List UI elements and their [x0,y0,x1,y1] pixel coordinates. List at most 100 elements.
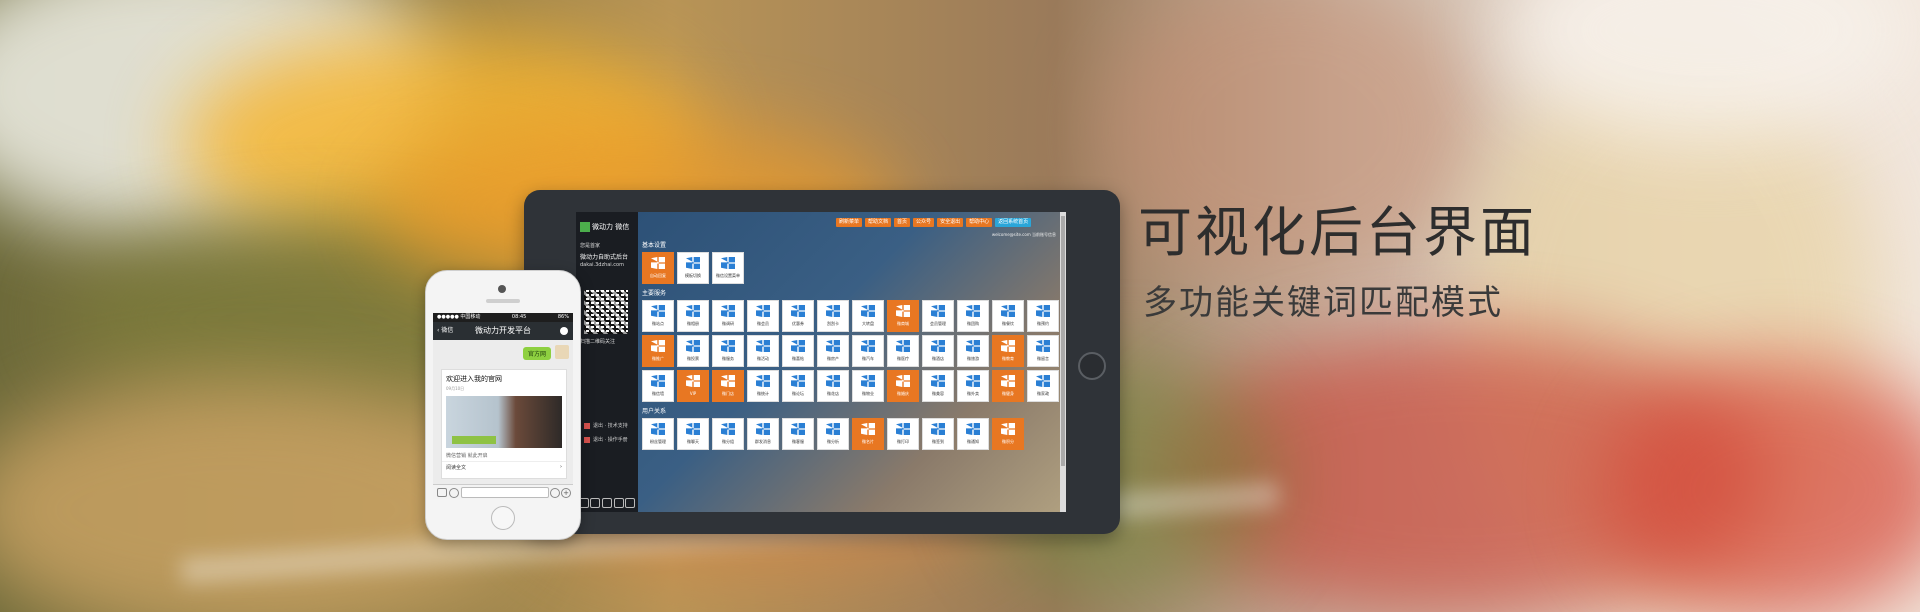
settings-icon[interactable] [613,498,624,508]
feature-tile[interactable]: 微健身 [992,370,1024,402]
feature-tile[interactable]: 微客服 [782,418,814,450]
feature-tile[interactable]: 微外卖 [957,370,989,402]
feature-tile[interactable]: 微打印 [887,418,919,450]
sidebar-link-label: 退出 · 技术支持 [593,423,628,429]
tile-label: 微推广 [652,356,664,361]
feature-tile[interactable]: 微预约 [1027,300,1059,332]
topbar-return-button[interactable]: 返回系统首页 [995,218,1032,227]
feature-tile[interactable]: 会员管理 [922,300,954,332]
phone-camera [498,285,506,293]
feature-tile[interactable]: 微相册 [677,300,709,332]
windows-icon [721,305,735,317]
feature-tile[interactable]: 微房产 [817,335,849,367]
feature-tile[interactable]: 优惠券 [782,300,814,332]
plus-icon[interactable]: + [561,488,571,498]
feature-tile[interactable]: 微统计 [747,370,779,402]
contact-icon[interactable] [560,327,568,335]
feature-tile[interactable]: 微通知 [957,418,989,450]
topbar-refresh-button[interactable]: 刷新菜单 [836,218,863,227]
feature-tile[interactable]: 微投票 [677,335,709,367]
feature-tile[interactable]: 自动回复 [642,252,674,284]
feature-tile[interactable]: 微医疗 [887,335,919,367]
feature-tile[interactable]: 微汽车 [852,335,884,367]
power-icon[interactable] [625,498,636,508]
trash-icon[interactable] [601,498,612,508]
tile-label: 微医疗 [897,356,909,361]
tile-label: 模板切换 [685,273,701,278]
status-time: 08:45 [511,314,527,320]
feature-tile[interactable]: 微分析 [817,418,849,450]
scrollbar-thumb[interactable] [1061,216,1065,466]
tablet-home-button[interactable] [1078,352,1106,380]
feature-tile[interactable]: 微会员 [747,300,779,332]
feature-tile[interactable]: 微分组 [712,418,744,450]
windows-icon [966,340,980,352]
windows-icon [1001,340,1015,352]
sidebar-link-support[interactable]: 退出 · 技术支持 [584,422,628,429]
topbar-home-button[interactable]: 首页 [894,218,911,227]
feature-tile[interactable]: 微团购 [957,300,989,332]
feature-tile[interactable]: 微物业 [852,370,884,402]
chat-title: 微动力开发平台 [475,326,531,335]
feature-tile[interactable]: 微服务 [712,335,744,367]
feature-tile[interactable]: 粉丝管理 [642,418,674,450]
feature-tile[interactable]: 微积分 [992,418,1024,450]
voice-icon[interactable] [449,488,459,498]
feature-tile[interactable]: VIP [677,370,709,402]
feature-tile[interactable]: 微花店 [817,370,849,402]
news-card[interactable]: 欢迎进入我的官网 09月10日 微信营销 就此开启 阅读全文 › [441,369,567,479]
feature-tile[interactable]: 微美容 [922,370,954,402]
feature-tile[interactable]: 微名片 [852,418,884,450]
windows-icon [931,340,945,352]
content-scrollbar[interactable] [1060,212,1066,512]
windows-icon [1036,375,1050,387]
feature-tile[interactable]: 微家政 [1027,370,1059,402]
windows-icon [651,340,665,352]
topbar-logout-button[interactable]: 安全退出 [937,218,964,227]
back-button[interactable]: ‹ 微信 [437,322,453,340]
tile-label: 微通知 [967,439,979,444]
feature-tile[interactable]: 群发消息 [747,418,779,450]
feature-tile[interactable]: 微旅游 [957,335,989,367]
carrier-signal: ●●●●● 中国移动 [437,314,481,320]
feature-tile[interactable]: 微教育 [992,335,1024,367]
feature-tile[interactable]: 微活动 [747,335,779,367]
sidebar-link-manual[interactable]: 退出 · 操作手册 [584,436,628,443]
feature-tile[interactable]: 微商城 [887,300,919,332]
tile-label: 微汽车 [862,356,874,361]
card-read-more[interactable]: 阅读全文 › [442,461,566,473]
feature-tile[interactable]: 模板切换 [677,252,709,284]
tile-label: 微积分 [1002,439,1014,444]
topbar-account-button[interactable]: 公众号 [913,218,935,227]
topbar-help-button[interactable]: 帮助中心 [966,218,993,227]
message-input[interactable] [461,487,549,498]
windows-icon [861,375,875,387]
feature-tile[interactable]: 微论坛 [782,370,814,402]
feature-tile[interactable]: 微餐饮 [992,300,1024,332]
windows-icon [896,423,910,435]
windows-icon [651,305,665,317]
feature-tile[interactable]: 微酒店 [922,335,954,367]
feature-tile[interactable]: 微喜帖 [782,335,814,367]
feature-tile[interactable]: 微调研 [712,300,744,332]
tile-label: VIP [689,391,697,396]
feature-tile[interactable]: 微信墙 [642,370,674,402]
feature-tile[interactable]: 大转盘 [852,300,884,332]
emoji-icon[interactable] [550,488,560,498]
phone-home-button[interactable] [491,506,515,530]
windows-icon [826,423,840,435]
topbar-docs-button[interactable]: 帮助文档 [865,218,892,227]
feature-tile[interactable]: 微信设置菜单 [712,252,744,284]
feature-tile[interactable]: 微婚庆 [887,370,919,402]
user-icon[interactable] [590,498,601,508]
windows-icon [861,340,875,352]
feature-tile[interactable]: 微聊天 [677,418,709,450]
tile-label: 微花店 [827,391,839,396]
feature-tile[interactable]: 刮刮卡 [817,300,849,332]
keyboard-icon[interactable] [437,488,447,497]
feature-tile[interactable]: 微留言 [1027,335,1059,367]
feature-tile[interactable]: 微站点 [642,300,674,332]
feature-tile[interactable]: 微推广 [642,335,674,367]
feature-tile[interactable]: 微门店 [712,370,744,402]
feature-tile[interactable]: 微签到 [922,418,954,450]
